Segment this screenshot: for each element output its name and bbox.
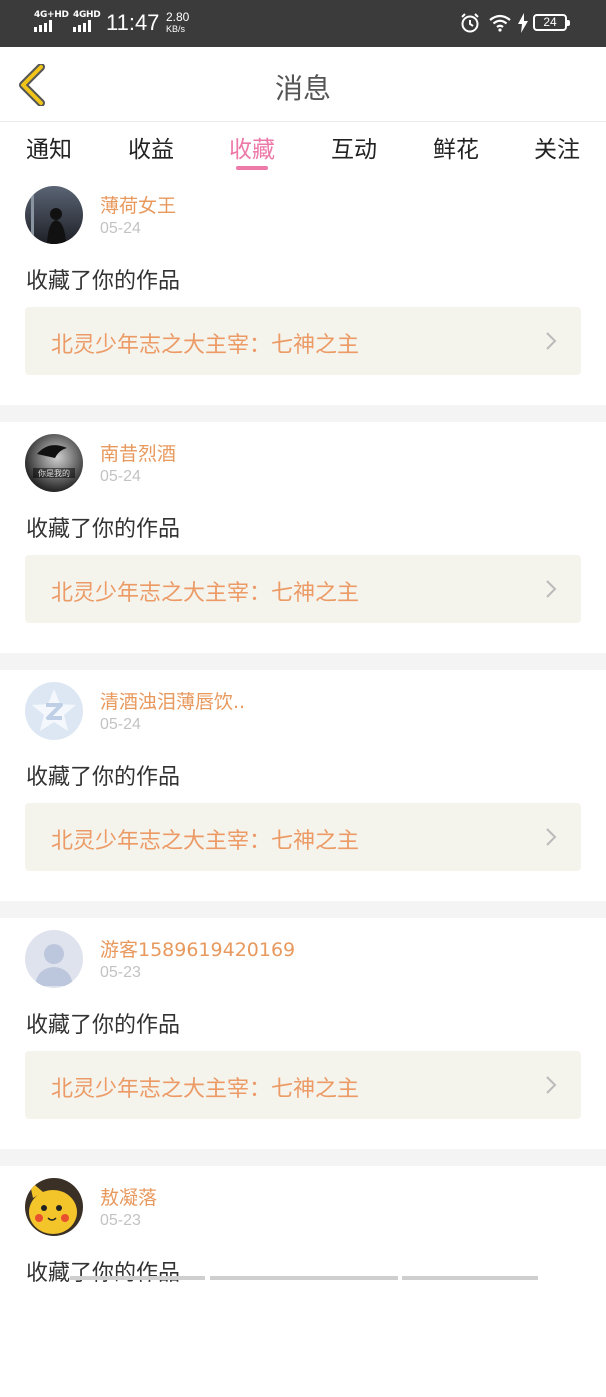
work-title: 北灵少年志之大主宰：七神之主 xyxy=(51,333,360,358)
message-item: 敖凝落 05-23 收藏了你的作品 xyxy=(0,1166,606,1397)
battery-icon: 24 xyxy=(533,14,570,31)
divider xyxy=(0,653,606,670)
status-bar: 4G+HD 4GHD 11:47 2.80 KB/s 24 xyxy=(0,0,606,47)
speed-unit: KB/s xyxy=(166,24,186,34)
username[interactable]: 薄荷女王 xyxy=(100,191,176,218)
signal-icon xyxy=(34,20,54,32)
tab-following[interactable]: 关注 xyxy=(517,130,597,164)
avatar[interactable] xyxy=(25,930,83,988)
clock-time: 11:47 xyxy=(106,10,160,35)
message-item: 游客1589619420169 05-23 收藏了你的作品 北灵少年志之大主宰：… xyxy=(0,918,606,1149)
work-title: 北灵少年志之大主宰：七神之主 xyxy=(51,1077,360,1102)
username[interactable]: 游客1589619420169 xyxy=(100,935,295,962)
avatar[interactable]: 你是我的 xyxy=(25,434,83,492)
avatar-caption: 你是我的 xyxy=(38,468,70,478)
tab-bar: 通知 收益 收藏 互动 鲜花 关注 xyxy=(0,122,606,174)
message-date: 05-23 xyxy=(100,964,141,981)
message-text: 收藏了你的作品 xyxy=(26,765,181,790)
divider xyxy=(0,405,606,422)
chevron-right-icon xyxy=(546,828,557,846)
username[interactable]: 清酒浊泪薄唇饮.. xyxy=(100,687,245,714)
charging-icon xyxy=(518,13,528,33)
message-item: 你是我的 南昔烈酒 05-24 收藏了你的作品 北灵少年志之大主宰：七神之主 xyxy=(0,422,606,653)
work-card[interactable]: 北灵少年志之大主宰：七神之主 xyxy=(25,803,581,871)
alarm-icon xyxy=(461,13,479,33)
message-item: 清酒浊泪薄唇饮.. 05-24 收藏了你的作品 北灵少年志之大主宰：七神之主 xyxy=(0,670,606,901)
avatar[interactable] xyxy=(25,186,83,244)
message-date: 05-23 xyxy=(100,1212,141,1229)
message-date: 05-24 xyxy=(100,716,141,733)
message-item: 薄荷女王 05-24 收藏了你的作品 北灵少年志之大主宰：七神之主 xyxy=(0,174,606,405)
tab-earnings[interactable]: 收益 xyxy=(111,130,191,164)
network-label-2: 4GHD xyxy=(73,10,101,20)
wifi-icon xyxy=(489,14,511,32)
app-header: 消息 xyxy=(0,47,606,122)
tab-notifications[interactable]: 通知 xyxy=(9,130,89,164)
signal-icon-2 xyxy=(73,20,93,32)
divider xyxy=(0,901,606,918)
network-label-1: 4G+HD xyxy=(34,10,69,20)
work-card[interactable]: 北灵少年志之大主宰：七神之主 xyxy=(25,1051,581,1119)
message-text: 收藏了你的作品 xyxy=(26,1261,181,1286)
message-date: 05-24 xyxy=(100,468,141,485)
avatar[interactable] xyxy=(25,1178,83,1236)
page-title: 消息 xyxy=(274,72,331,105)
avatar[interactable] xyxy=(25,682,83,740)
message-text: 收藏了你的作品 xyxy=(26,269,181,294)
message-list[interactable]: 薄荷女王 05-24 收藏了你的作品 北灵少年志之大主宰：七神之主 你是我的 南… xyxy=(0,174,606,1397)
message-date: 05-24 xyxy=(100,220,141,237)
username[interactable]: 南昔烈酒 xyxy=(100,439,176,466)
work-card[interactable]: 北灵少年志之大主宰：七神之主 xyxy=(25,555,581,623)
chevron-right-icon xyxy=(546,1076,557,1094)
work-title: 北灵少年志之大主宰：七神之主 xyxy=(51,581,360,606)
speed-value: 2.80 xyxy=(166,10,190,24)
tab-favorites[interactable]: 收藏 xyxy=(212,130,292,164)
work-title: 北灵少年志之大主宰：七神之主 xyxy=(51,829,360,854)
chevron-right-icon xyxy=(546,580,557,598)
tab-interactions[interactable]: 互动 xyxy=(314,130,394,164)
chevron-right-icon xyxy=(546,332,557,350)
work-card[interactable]: 北灵少年志之大主宰：七神之主 xyxy=(25,307,581,375)
active-tab-indicator xyxy=(236,166,268,170)
message-text: 收藏了你的作品 xyxy=(26,517,181,542)
divider xyxy=(0,1149,606,1166)
tab-flowers[interactable]: 鲜花 xyxy=(416,130,496,164)
bottom-scroll-hint xyxy=(70,1276,540,1280)
network-speed: 2.80 KB/s xyxy=(166,11,189,35)
message-text: 收藏了你的作品 xyxy=(26,1013,181,1038)
username[interactable]: 敖凝落 xyxy=(100,1183,157,1210)
